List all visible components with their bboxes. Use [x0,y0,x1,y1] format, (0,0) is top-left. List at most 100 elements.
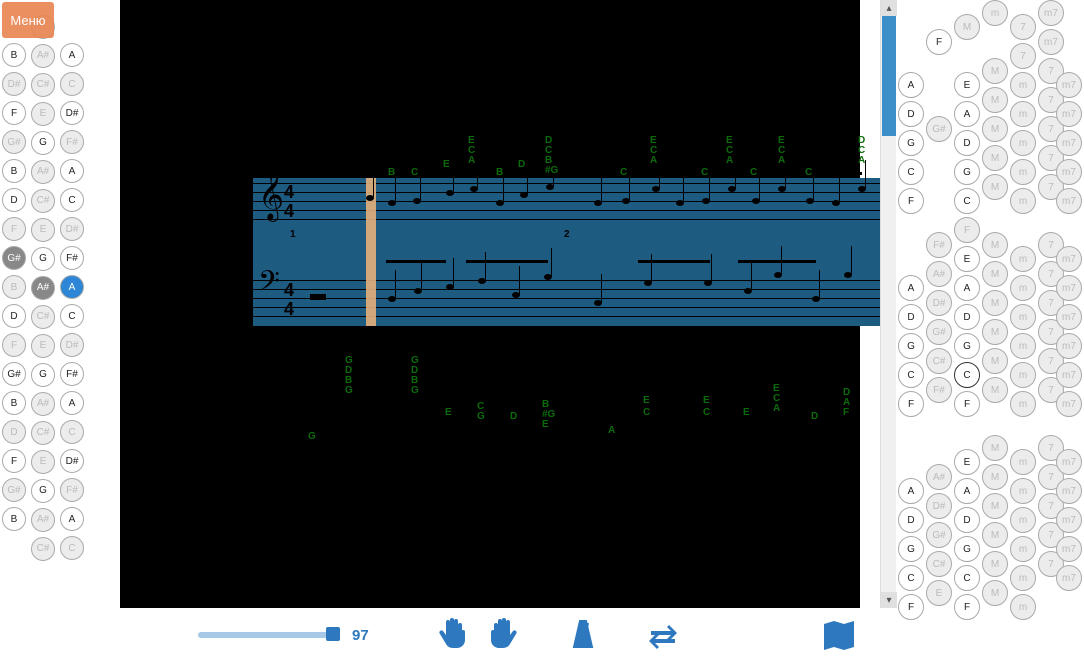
scroll-thumb[interactable] [882,16,896,136]
bass-key-m7[interactable]: m7 [1056,130,1082,156]
bass-key-M[interactable]: M [982,377,1008,403]
piano-key-F[interactable]: F [2,101,26,125]
bass-key-G[interactable]: G [954,333,980,359]
bass-key-M[interactable]: M [982,580,1008,606]
bass-key-m7[interactable]: m7 [1056,507,1082,533]
bass-key-Gsharp[interactable]: G# [926,522,952,548]
piano-key-Asharp[interactable]: A# [31,508,55,532]
vertical-scrollbar[interactable]: ▴ ▾ [880,0,896,608]
bass-key-m7[interactable]: m7 [1056,72,1082,98]
bass-key-Fsharp[interactable]: F# [926,232,952,258]
piano-key-A[interactable]: A [60,391,84,415]
scroll-up-icon[interactable]: ▴ [881,0,897,16]
zoom-slider[interactable] [198,632,336,638]
piano-key-F[interactable]: F [2,333,26,357]
bass-key-m7[interactable]: m7 [1056,188,1082,214]
bass-key-7[interactable]: 7 [1010,43,1036,69]
bass-key-C[interactable]: C [898,362,924,388]
bass-key-D[interactable]: D [898,507,924,533]
bass-key-m7[interactable]: m7 [1056,101,1082,127]
piano-key-Dsharp[interactable]: D# [60,217,84,241]
piano-key-Csharp[interactable]: C# [31,305,55,329]
bass-key-A[interactable]: A [954,275,980,301]
bass-key-m7[interactable]: m7 [1056,159,1082,185]
piano-key-B[interactable]: B [2,391,26,415]
bass-key-m[interactable]: m [1010,362,1036,388]
left-hand-button[interactable] [435,617,471,653]
piano-key-A[interactable]: A [60,159,84,183]
bass-key-m[interactable]: m [1010,304,1036,330]
bass-key-F[interactable]: F [954,594,980,620]
bass-key-E[interactable]: E [954,72,980,98]
piano-key-G[interactable]: G [31,247,55,271]
piano-key-Dsharp[interactable]: D# [60,101,84,125]
bass-key-G[interactable]: G [898,333,924,359]
bass-key-Gsharp[interactable]: G# [926,319,952,345]
piano-key-D[interactable]: D [2,304,26,328]
piano-key-B[interactable]: B [2,507,26,531]
piano-key-G[interactable]: G [31,363,55,387]
bass-key-E[interactable]: E [954,449,980,475]
bass-key-m[interactable]: m [1010,391,1036,417]
bass-key-M[interactable]: M [982,145,1008,171]
bass-key-m[interactable]: m [1010,594,1036,620]
bass-key-m7[interactable]: m7 [1056,333,1082,359]
map-button[interactable] [821,617,857,653]
bass-key-M[interactable]: M [982,464,1008,490]
bass-key-A[interactable]: A [954,101,980,127]
piano-key-Asharp[interactable]: A# [31,276,55,300]
bass-key-m7[interactable]: m7 [1038,0,1064,26]
bass-key-m[interactable]: m [982,0,1008,26]
bass-key-m[interactable]: m [1010,246,1036,272]
bass-key-G[interactable]: G [898,130,924,156]
bass-key-G[interactable]: G [954,536,980,562]
piano-key-F[interactable]: F [2,217,26,241]
bass-key-C[interactable]: C [954,565,980,591]
piano-key-Asharp[interactable]: A# [31,44,55,68]
piano-key-B[interactable]: B [2,159,26,183]
bass-key-D[interactable]: D [954,507,980,533]
bass-key-G[interactable]: G [954,159,980,185]
piano-key-C[interactable]: C [60,188,84,212]
piano-key-E[interactable]: E [31,102,55,126]
piano-key-Gsharp[interactable]: G# [2,478,26,502]
bass-key-C[interactable]: C [954,362,980,388]
bass-key-D[interactable]: D [954,304,980,330]
bass-key-7[interactable]: 7 [1010,14,1036,40]
bass-key-Csharp[interactable]: C# [926,348,952,374]
bass-key-F[interactable]: F [898,188,924,214]
bass-key-M[interactable]: M [982,174,1008,200]
bass-key-m[interactable]: m [1010,101,1036,127]
piano-key-D[interactable]: D [2,188,26,212]
bass-key-m[interactable]: m [1010,130,1036,156]
piano-key-C[interactable]: C [60,72,84,96]
bass-key-A[interactable]: A [898,478,924,504]
bass-key-Asharp[interactable]: A# [926,464,952,490]
piano-key-E[interactable]: E [31,450,55,474]
piano-key-Dsharp[interactable]: D# [60,333,84,357]
bass-key-m[interactable]: m [1010,188,1036,214]
bass-key-G[interactable]: G [898,536,924,562]
piano-key-Fsharp[interactable]: F# [60,246,84,270]
bass-key-m[interactable]: m [1010,536,1036,562]
bass-key-m7[interactable]: m7 [1056,246,1082,272]
piano-key-C[interactable]: C [60,536,84,560]
bass-key-M[interactable]: M [982,435,1008,461]
piano-key-B[interactable]: B [2,43,26,67]
bass-key-m7[interactable]: m7 [1056,449,1082,475]
bass-key-Dsharp[interactable]: D# [926,290,952,316]
bass-key-M[interactable]: M [982,87,1008,113]
bass-key-C[interactable]: C [954,188,980,214]
bass-key-M[interactable]: M [982,348,1008,374]
bass-key-m7[interactable]: m7 [1056,565,1082,591]
bass-key-F[interactable]: F [898,594,924,620]
piano-key-D[interactable]: D [2,420,26,444]
piano-key-G[interactable]: G [31,131,55,155]
piano-key-Dsharp[interactable]: D# [2,72,26,96]
piano-key-Gsharp[interactable]: G# [2,130,26,154]
piano-key-Dsharp[interactable]: D# [60,449,84,473]
bass-key-M[interactable]: M [982,319,1008,345]
bass-key-Gsharp[interactable]: G# [926,116,952,142]
bass-key-D[interactable]: D [898,304,924,330]
piano-key-Asharp[interactable]: A# [31,392,55,416]
